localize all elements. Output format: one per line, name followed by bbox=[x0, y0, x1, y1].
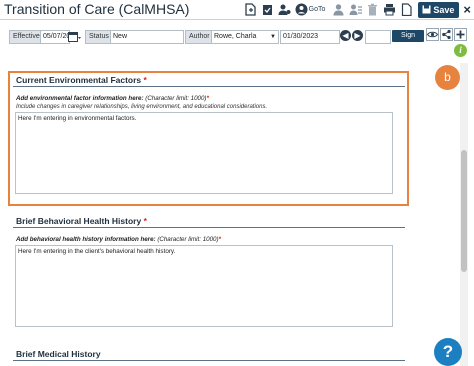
section-title-text: Brief Behavioral Health History bbox=[16, 216, 142, 226]
back-arrow-icon[interactable]: ◀ bbox=[340, 30, 351, 41]
document-icon[interactable] bbox=[400, 3, 413, 16]
author-value: Rowe, Charla bbox=[214, 33, 257, 40]
section-medical-history: Brief Medical History bbox=[10, 348, 408, 366]
forward-arrow-icon[interactable]: ▶ bbox=[352, 30, 363, 41]
goto-icon[interactable] bbox=[295, 3, 308, 16]
required-marker: * bbox=[218, 236, 221, 243]
author-select[interactable]: Rowe, Charla ▼ bbox=[211, 30, 279, 44]
save-icon bbox=[422, 5, 431, 14]
instruction-label: Add behavioral health history informatio… bbox=[16, 236, 156, 243]
section-title: Brief Behavioral Health History * bbox=[16, 216, 147, 226]
character-limit-note: (Character limit: 1000) bbox=[155, 236, 219, 243]
callout-highlight bbox=[8, 71, 409, 206]
blank-field[interactable] bbox=[365, 30, 391, 44]
title-toolbar: GoTo Save × bbox=[240, 0, 474, 19]
info-icon[interactable]: i bbox=[454, 44, 467, 57]
section-title: Brief Medical History bbox=[16, 349, 101, 359]
scrollbar-thumb[interactable] bbox=[461, 150, 467, 272]
section-behavioral-health-history: Brief Behavioral Health History * Add be… bbox=[10, 215, 408, 330]
plus-icon[interactable] bbox=[454, 28, 467, 41]
print-icon[interactable] bbox=[383, 3, 396, 16]
section-divider bbox=[13, 227, 405, 228]
field-instruction: Add behavioral health history informatio… bbox=[16, 236, 221, 243]
callout-badge: b bbox=[435, 65, 460, 90]
goto-label[interactable]: GoTo bbox=[309, 6, 326, 13]
save-label: Save bbox=[433, 4, 455, 15]
date-field[interactable]: 01/30/2023 bbox=[280, 30, 340, 44]
close-icon[interactable]: × bbox=[463, 2, 471, 17]
share-icon[interactable] bbox=[440, 28, 453, 41]
calendar-icon[interactable] bbox=[68, 30, 81, 42]
person-icon[interactable] bbox=[332, 3, 345, 16]
status-field[interactable]: New bbox=[110, 30, 184, 44]
person-list-icon[interactable] bbox=[349, 3, 363, 16]
effective-date-field[interactable]: 05/07/20 bbox=[40, 30, 70, 44]
checklist-icon[interactable] bbox=[261, 3, 274, 16]
user-settings-icon[interactable] bbox=[278, 3, 291, 16]
save-button[interactable]: Save bbox=[418, 1, 460, 18]
sign-button[interactable]: Sign bbox=[392, 30, 424, 42]
trash-icon[interactable] bbox=[366, 3, 379, 16]
required-marker: * bbox=[143, 216, 147, 226]
chevron-down-icon: ▼ bbox=[270, 34, 276, 40]
title-bar: Transition of Care (CalMHSA) GoTo Save × bbox=[0, 0, 474, 20]
section-divider bbox=[13, 360, 405, 361]
document-add-icon[interactable] bbox=[244, 3, 257, 16]
window-title: Transition of Care (CalMHSA) bbox=[4, 1, 190, 17]
behavioral-health-textarea[interactable]: Here I'm entering in the client's behavi… bbox=[15, 245, 393, 327]
document-toolbar: Effective 05/07/20 Status New Author Row… bbox=[0, 27, 454, 45]
eye-icon[interactable] bbox=[426, 28, 439, 41]
help-button[interactable]: ? bbox=[434, 338, 462, 366]
